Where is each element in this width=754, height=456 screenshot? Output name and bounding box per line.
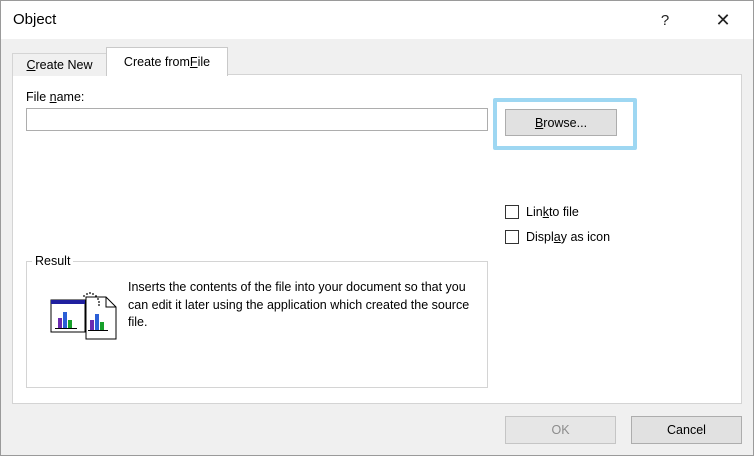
link-to-file-checkbox[interactable] [505,205,519,219]
tab-create-from-file[interactable]: Create from File [106,47,228,76]
tab-label-accel: F [189,55,198,69]
display-as-icon-checkbox[interactable] [505,230,519,244]
ok-button[interactable]: OK [505,416,616,444]
browse-label: rowse... [543,115,588,130]
option-label-post: y as icon [560,230,611,244]
dialog-title: Object [13,11,57,28]
label-accel: n [49,90,57,104]
option-label-pre: Lin [526,205,543,219]
option-label-post: to file [548,205,579,219]
result-legend: Result [32,254,74,268]
display-as-icon-option[interactable]: Displ a y as icon [505,230,610,244]
option-label-accel: a [553,230,561,244]
cancel-button[interactable]: Cancel [631,416,742,444]
tab-label-post: ile [197,55,211,69]
browse-button[interactable]: Browse... [505,109,617,136]
embedded-document-icon [50,292,117,340]
close-icon: ✕ [715,9,731,30]
tab-label-pre: Create from [123,55,190,69]
option-label-pre: Displ [526,230,554,244]
tab-label-accel: C [26,58,36,72]
title-bar: Object ? ✕ [1,1,753,39]
result-description: Inserts the contents of the file into yo… [128,280,470,329]
file-name-label: File name: [26,90,84,104]
tab-create-new[interactable]: Create New [12,53,107,76]
file-name-input[interactable] [26,108,488,131]
tab-label-post: reate New [35,58,93,72]
label-post: ame: [56,90,85,104]
label-pre: File [26,90,50,104]
help-button[interactable]: ? [645,7,685,33]
link-to-file-option[interactable]: Lin k to file [505,205,579,219]
browse-accel: B [534,115,544,130]
close-button[interactable]: ✕ [703,7,743,33]
